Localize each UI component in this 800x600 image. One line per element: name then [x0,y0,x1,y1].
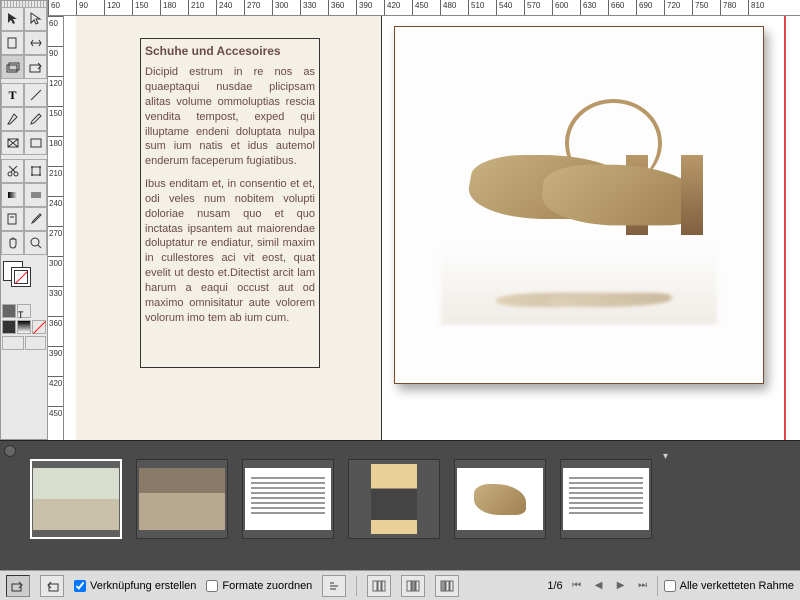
formats-checkbox-label: Formate zuordnen [222,580,312,592]
pencil-tool[interactable] [24,107,47,131]
collect-button[interactable] [6,575,30,597]
scissors-tool[interactable] [1,159,24,183]
panel-footer: Verknüpfung erstellen Formate zuordnen 1… [0,570,800,600]
map-styles-button[interactable] [322,575,346,597]
apply-gradient-icon[interactable] [17,320,31,334]
line-tool[interactable] [24,83,47,107]
normal-view-icon[interactable] [2,336,24,350]
place-mode-2[interactable] [401,575,425,597]
page-indicator: 1/6 [547,580,562,592]
hand-tool[interactable] [1,231,24,255]
vertical-ruler[interactable]: 6090120150180210240270300330360390420450 [48,16,64,440]
content-collector-tool[interactable] [1,55,24,79]
first-page-button[interactable]: ⏮ [569,578,585,594]
thumbnail-6[interactable] [560,459,652,539]
document-canvas[interactable]: Schuhe und Accesoires Dicipid estrum in … [64,16,800,440]
page-tool[interactable] [1,31,24,55]
horizontal-ruler[interactable]: 6090120150180210240270300330360390420450… [48,0,800,16]
note-tool[interactable] [1,207,24,231]
text-heading: Schuhe und Accesoires [145,43,315,59]
guide-line[interactable] [784,16,786,440]
text-para-2: Ibus enditam et, in consentio et et, odi… [145,177,315,325]
place-button[interactable] [40,575,64,597]
thumbnail-strip [0,441,800,549]
shoe-image [395,27,763,383]
panel-close-button[interactable] [4,445,16,457]
toolbox: T T [0,0,48,440]
thumbnail-4[interactable] [348,459,440,539]
chained-frames-checkbox[interactable]: Alle verketteten Rahme [664,580,794,592]
page-edge [381,16,382,440]
content-placer-tool[interactable] [24,55,47,79]
place-mode-1[interactable] [367,575,391,597]
type-tool[interactable]: T [1,83,24,107]
eyedropper-tool[interactable] [24,207,47,231]
apply-color-icon[interactable] [2,320,16,334]
thumbnail-5[interactable] [454,459,546,539]
gap-tool[interactable] [24,31,47,55]
apply-none-icon[interactable] [32,320,46,334]
gradient-feather-tool[interactable] [24,183,47,207]
place-mode-3[interactable] [435,575,459,597]
thumbnail-2[interactable] [136,459,228,539]
selection-tool[interactable] [1,7,24,31]
pager: 1/6 ⏮ ◀ ▶ ⏭ Alle verketteten Rahme [547,576,794,596]
content-conveyor-panel: ▾ Verknüpfung erstellen Formate zuordnen… [0,440,800,600]
pen-tool[interactable] [1,107,24,131]
rectangle-frame-tool[interactable] [1,131,24,155]
link-checkbox-label: Verknüpfung erstellen [90,580,196,592]
text-para-1: Dicipid estrum in re nos as quaeptaqui n… [145,65,315,169]
thumbnail-3[interactable] [242,459,334,539]
preview-view-icon[interactable] [25,336,47,350]
formatting-text-icon[interactable]: T [17,304,31,318]
thumbnail-1[interactable] [30,459,122,539]
text-frame[interactable]: Schuhe und Accesoires Dicipid estrum in … [140,38,320,368]
next-page-button[interactable]: ▶ [613,578,629,594]
direct-selection-tool[interactable] [24,7,47,31]
rectangle-tool[interactable] [24,131,47,155]
insert-caret-icon: ▾ [663,451,668,462]
formats-checkbox[interactable]: Formate zuordnen [206,580,312,592]
free-transform-tool[interactable] [24,159,47,183]
prev-page-button[interactable]: ◀ [591,578,607,594]
zoom-tool[interactable] [24,231,47,255]
gradient-swatch-tool[interactable] [1,183,24,207]
image-frame[interactable] [394,26,764,384]
formatting-container-icon[interactable] [2,304,16,318]
last-page-button[interactable]: ⏭ [635,578,651,594]
chained-checkbox-label: Alle verketteten Rahme [680,580,794,592]
fill-stroke-swatch[interactable] [1,259,47,303]
link-checkbox[interactable]: Verknüpfung erstellen [74,580,196,592]
